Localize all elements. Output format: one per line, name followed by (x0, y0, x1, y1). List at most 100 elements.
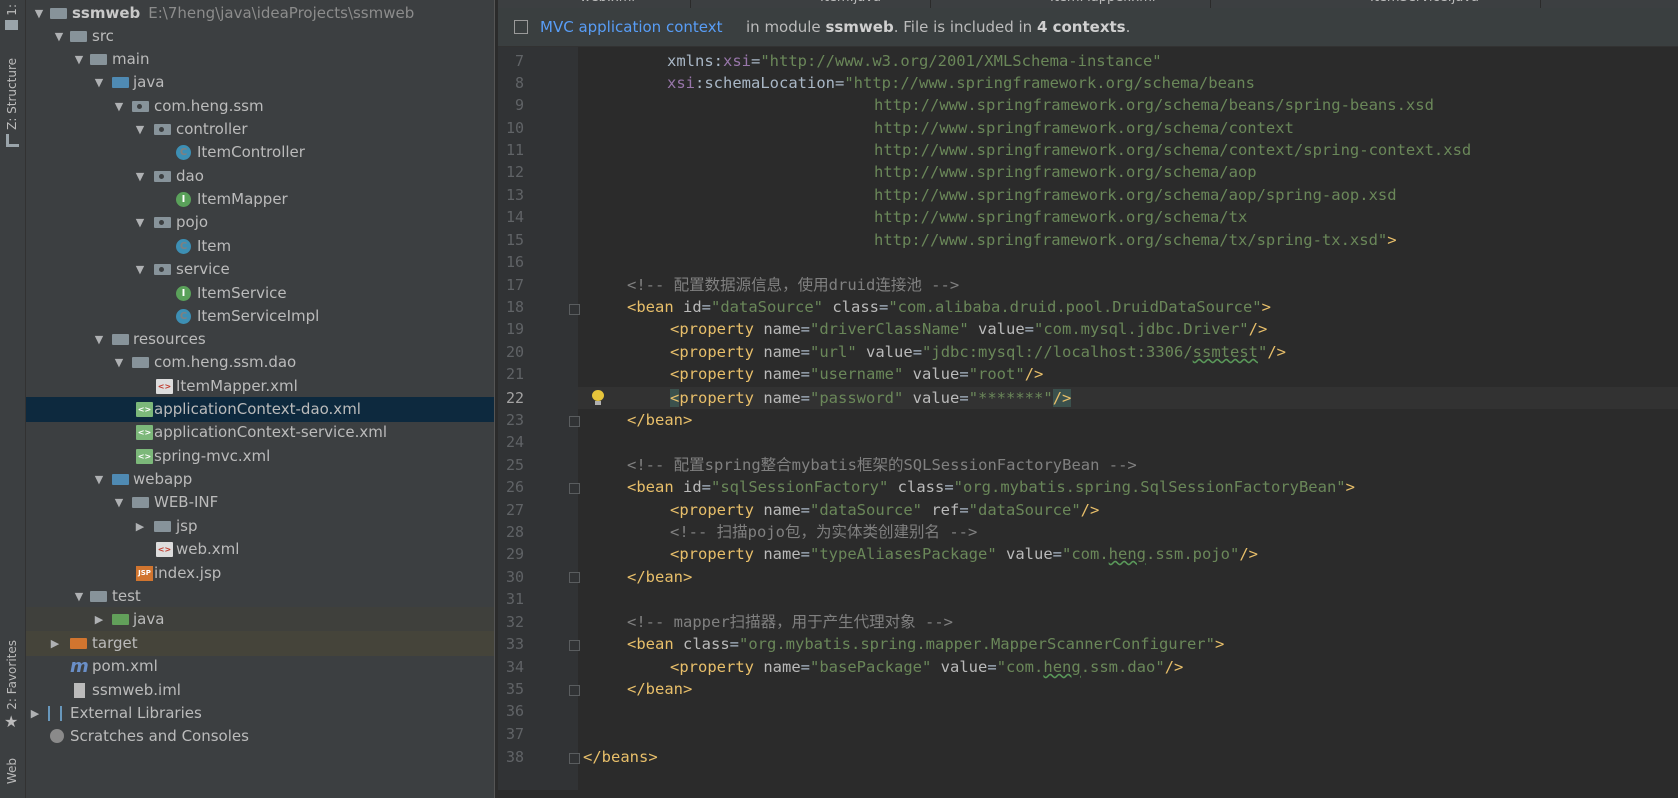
chevron-down-icon[interactable]: ▼ (133, 210, 147, 235)
tree-item-test[interactable]: ▼ test (26, 584, 494, 609)
tree-item-itemserviceimpl[interactable]: C ItemServiceImpl (26, 304, 494, 329)
chevron-down-icon[interactable]: ▼ (112, 94, 126, 119)
tree-item-itemservice[interactable]: I ItemService (26, 281, 494, 306)
code-line-8[interactable]: xsi:schemaLocation="http://www.springfra… (583, 72, 1255, 94)
code-line-34[interactable]: <property name="basePackage" value="com.… (670, 656, 1183, 678)
fold-marker[interactable] (569, 640, 580, 651)
tree-item-itemmapper[interactable]: I ItemMapper (26, 187, 494, 212)
code-line-19[interactable]: <property name="driverClassName" value="… (670, 318, 1267, 340)
favorites-tool-tab[interactable]: 2: Favorites ★ (2, 640, 23, 731)
chevron-down-icon[interactable]: ▼ (92, 467, 106, 492)
fold-marker[interactable] (569, 483, 580, 494)
fold-marker[interactable] (569, 416, 580, 427)
chevron-right-icon[interactable]: ▶ (133, 514, 147, 539)
code-line-33[interactable]: <bean class="org.mybatis.spring.mapper.M… (627, 633, 1224, 655)
code-line-12[interactable]: http://www.springframework.org/schema/ao… (874, 161, 1257, 183)
tree-item-scratches[interactable]: Scratches and Consoles (26, 724, 494, 749)
code-line-18[interactable]: <bean id="dataSource" class="com.alibaba… (627, 296, 1271, 318)
tree-item-label: java (133, 73, 165, 91)
tree-item-jsp[interactable]: ▶ jsp (26, 514, 494, 539)
tab-item-java[interactable]: Item.java (798, 0, 931, 8)
code-line-9[interactable]: http://www.springframework.org/schema/be… (874, 94, 1434, 116)
chevron-down-icon[interactable]: ▼ (72, 47, 86, 72)
chevron-down-icon[interactable]: ▼ (72, 584, 86, 609)
tree-item-external-libraries[interactable]: ▶ External Libraries (26, 701, 494, 726)
chevron-right-icon[interactable]: ▶ (92, 607, 106, 632)
code-line-22[interactable]: <property name="password" value="*******… (670, 387, 1072, 409)
tree-item-src[interactable]: ▼ src (26, 24, 494, 49)
project-tool-tab[interactable]: 1: (2, 4, 23, 30)
tree-item-resources[interactable]: ▼ resources (26, 327, 494, 352)
line-number: 36 (505, 702, 524, 720)
tree-item-item[interactable]: C Item (26, 234, 494, 259)
chevron-right-icon[interactable]: ▶ (48, 631, 62, 656)
chevron-right-icon[interactable]: ▶ (28, 701, 42, 726)
code-line-10[interactable]: http://www.springframework.org/schema/co… (874, 117, 1294, 139)
tree-item-package[interactable]: ▼ com.heng.ssm (26, 94, 494, 119)
code-line-26[interactable]: <bean id="sqlSessionFactory" class="org.… (627, 476, 1355, 498)
code-line-38[interactable]: </beans> (583, 746, 658, 768)
chevron-down-icon[interactable]: ▼ (112, 350, 126, 375)
tree-item-itemcontroller[interactable]: C ItemController (26, 140, 494, 165)
horizontal-scrollbar[interactable] (498, 790, 1678, 798)
tree-item-target[interactable]: ▶ target (26, 631, 494, 656)
code-line-27[interactable]: <property name="dataSource" ref="dataSou… (670, 499, 1099, 521)
structure-tool-tab[interactable]: Z: Structure (2, 58, 23, 147)
chevron-down-icon[interactable]: ▼ (92, 70, 106, 95)
chevron-down-icon[interactable]: ▼ (32, 1, 46, 26)
code-line-23[interactable]: </bean> (627, 409, 692, 431)
tree-item-index-jsp[interactable]: JSP index.jsp (26, 561, 494, 586)
chevron-down-icon[interactable]: ▼ (133, 164, 147, 189)
code-line-30[interactable]: </bean> (627, 566, 692, 588)
tree-item-web-inf[interactable]: ▼ WEB-INF (26, 490, 494, 515)
tree-item-appcontext-service[interactable]: <> applicationContext-service.xml (26, 420, 494, 445)
tree-item-java[interactable]: ▼ java (26, 70, 494, 95)
tab-web-xml[interactable]: web.xml (558, 0, 691, 8)
tree-item-service[interactable]: ▼ service (26, 257, 494, 282)
tree-item-webapp[interactable]: ▼ webapp (26, 467, 494, 492)
web-tool-tab[interactable]: Web (2, 758, 23, 784)
tree-item-pom[interactable]: m pom.xml (26, 654, 494, 679)
code-line-29[interactable]: <property name="typeAliasesPackage" valu… (670, 543, 1258, 565)
fold-marker[interactable] (569, 304, 580, 315)
class-icon: C (176, 239, 191, 254)
code-line-35[interactable]: </bean> (627, 678, 692, 700)
chevron-down-icon[interactable]: ▼ (52, 24, 66, 49)
code-line-17[interactable]: <!-- 配置数据源信息，使用druid连接池 --> (627, 274, 959, 296)
code-line-25[interactable]: <!-- 配置spring整合mybatis框架的SQLSessionFacto… (627, 454, 1137, 476)
tree-item-iml[interactable]: ssmweb.iml (26, 678, 494, 703)
tab-itemmapper-xml[interactable]: ItemMapper.xml (1028, 0, 1211, 8)
code-line-21[interactable]: <property name="username" value="root"/> (670, 363, 1043, 385)
mvc-context-link[interactable]: MVC application context (540, 8, 723, 46)
folder-icon (70, 31, 87, 42)
tree-item-appcontext-dao[interactable]: <> applicationContext-dao.xml (26, 397, 494, 422)
chevron-down-icon[interactable]: ▼ (112, 490, 126, 515)
code-line-20[interactable]: <property name="url" value="jdbc:mysql:/… (670, 341, 1286, 363)
tree-root[interactable]: ▼ ssmweb E:\7heng\java\ideaProjects\ssmwe… (26, 1, 494, 26)
fold-marker[interactable] (569, 572, 580, 583)
tree-item-resource-package[interactable]: ▼ com.heng.ssm.dao (26, 350, 494, 375)
chevron-down-icon[interactable]: ▼ (133, 257, 147, 282)
tab-itemservice-java[interactable]: ItemService.java (1348, 0, 1541, 8)
fold-marker[interactable] (569, 685, 580, 696)
code-line-14[interactable]: http://www.springframework.org/schema/tx (874, 206, 1247, 228)
code-line-13[interactable]: http://www.springframework.org/schema/ao… (874, 184, 1397, 206)
tree-item-dao[interactable]: ▼ dao (26, 164, 494, 189)
code-line-32[interactable]: <!-- mapper扫描器，用于产生代理对象 --> (627, 611, 953, 633)
tree-item-main[interactable]: ▼ main (26, 47, 494, 72)
lightbulb-icon[interactable] (591, 390, 605, 406)
tree-item-itemmapper-xml[interactable]: <> ItemMapper.xml (26, 374, 494, 399)
code-line-11[interactable]: http://www.springframework.org/schema/co… (874, 139, 1471, 161)
code-line-7[interactable]: xmlns:xsi="http://www.w3.org/2001/XMLSch… (583, 50, 1162, 72)
chevron-down-icon[interactable]: ▼ (133, 117, 147, 142)
code-line-28[interactable]: <!-- 扫描pojo包，为实体类创建别名 --> (670, 521, 977, 543)
line-number: 38 (505, 748, 524, 766)
tree-item-spring-mvc[interactable]: <> spring-mvc.xml (26, 444, 494, 469)
tree-item-web-xml[interactable]: <> web.xml (26, 537, 494, 562)
chevron-down-icon[interactable]: ▼ (92, 327, 106, 352)
tree-item-pojo[interactable]: ▼ pojo (26, 210, 494, 235)
tree-item-test-java[interactable]: ▶ java (26, 607, 494, 632)
tree-item-controller[interactable]: ▼ controller (26, 117, 494, 142)
code-line-15[interactable]: http://www.springframework.org/schema/tx… (874, 229, 1397, 251)
fold-marker[interactable] (569, 753, 580, 764)
